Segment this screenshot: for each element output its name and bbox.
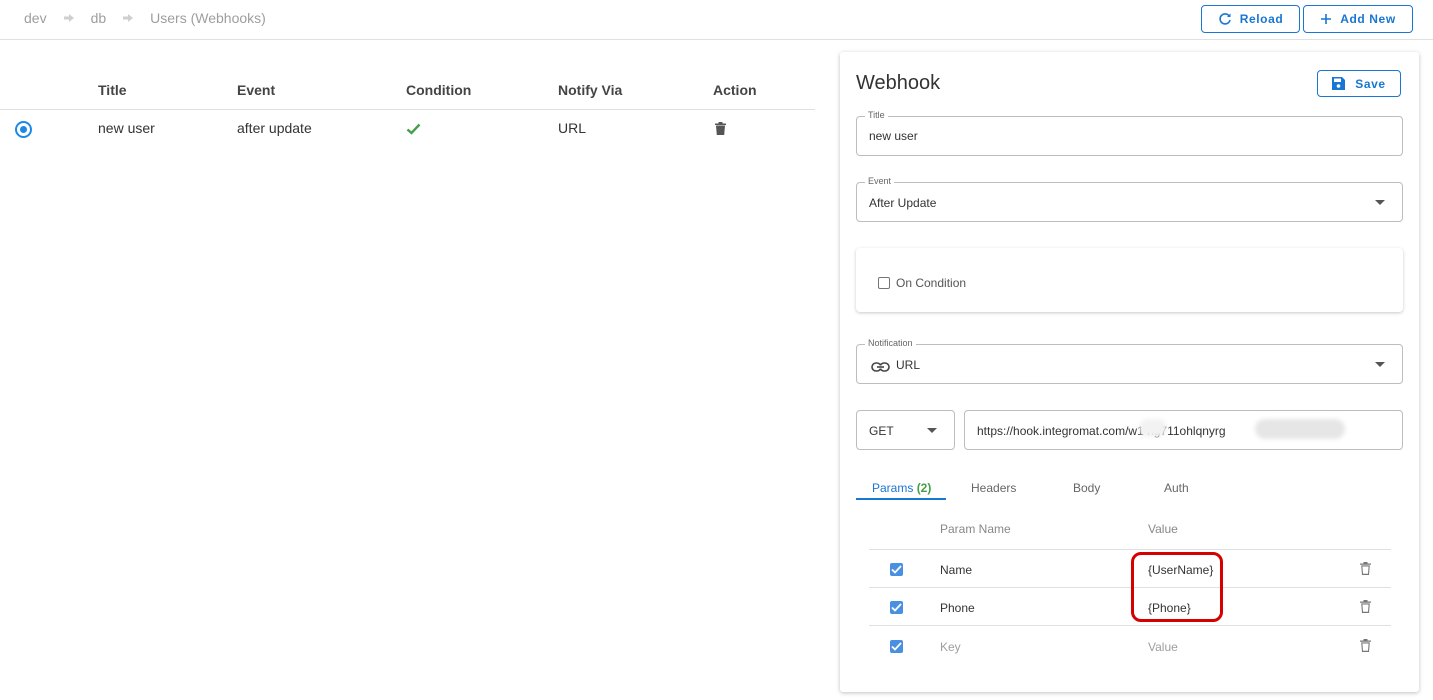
tab-body[interactable]: Body	[1073, 481, 1100, 495]
param-value-placeholder[interactable]: Value	[1148, 640, 1178, 654]
event-field-value: After Update	[869, 196, 937, 210]
on-condition-label[interactable]: On Condition	[896, 276, 966, 290]
reload-label: Reload	[1239, 12, 1284, 26]
add-new-button[interactable]: Add New	[1303, 5, 1413, 33]
condition-card: On Condition	[856, 248, 1403, 312]
table-row[interactable]: new user after update URL	[0, 110, 815, 148]
params-count-badge: (2)	[916, 481, 932, 495]
url-value[interactable]: https://hook.integromat.com/w1 ng711ohlq…	[977, 424, 1226, 438]
breadcrumb: dev db Users (Webhooks)	[24, 10, 266, 26]
save-label: Save	[1355, 76, 1386, 91]
param-row-new: Key Value	[869, 627, 1391, 665]
active-tab-indicator	[856, 498, 946, 500]
top-bar: dev db Users (Webhooks) Reload Add New	[0, 0, 1433, 40]
delete-icon[interactable]	[1360, 562, 1371, 580]
webhook-editor-panel: Webhook Save Title new user Event After …	[840, 52, 1419, 692]
reload-button[interactable]: Reload	[1201, 5, 1300, 33]
column-header-notify-via[interactable]: Notify Via	[558, 82, 622, 98]
tab-headers[interactable]: Headers	[971, 481, 1016, 495]
param-enabled-checkbox[interactable]	[890, 640, 903, 653]
checkmark-icon	[406, 122, 421, 138]
row-event: after update	[237, 120, 312, 136]
column-header-action: Action	[713, 82, 757, 98]
param-enabled-checkbox[interactable]	[890, 601, 903, 614]
delete-icon[interactable]	[715, 122, 726, 138]
delete-icon[interactable]	[1360, 639, 1371, 657]
param-enabled-checkbox[interactable]	[890, 563, 903, 576]
on-condition-checkbox[interactable]	[878, 277, 890, 289]
link-icon	[871, 359, 890, 377]
tab-auth[interactable]: Auth	[1164, 481, 1189, 495]
http-method-value: GET	[869, 424, 894, 438]
arrow-right-icon	[123, 14, 134, 22]
notification-select[interactable]: Notification URL	[856, 338, 1403, 384]
column-header-title[interactable]: Title	[98, 82, 127, 98]
breadcrumb-item-dev[interactable]: dev	[24, 10, 47, 26]
panel-title: Webhook	[856, 72, 941, 94]
tab-params-label: Params	[872, 481, 914, 495]
row-title: new user	[98, 120, 155, 136]
param-name[interactable]: Phone	[940, 601, 975, 615]
notification-field-label: Notification	[865, 338, 916, 348]
url-input[interactable]: https://hook.integromat.com/w1 ng711ohlq…	[964, 410, 1403, 450]
redacted-blur	[1139, 419, 1167, 437]
save-button[interactable]: Save	[1317, 70, 1401, 97]
refresh-icon	[1219, 13, 1231, 25]
param-row: Name {UserName}	[869, 550, 1391, 588]
add-new-label: Add New	[1340, 12, 1396, 26]
row-notify-via: URL	[558, 120, 587, 136]
notification-field-value: URL	[896, 358, 921, 372]
column-header-condition[interactable]: Condition	[406, 82, 471, 98]
chevron-down-icon	[1375, 200, 1385, 205]
column-header-param-name: Param Name	[940, 522, 1011, 536]
title-field[interactable]: Title new user	[856, 110, 1403, 156]
breadcrumb-item-users-webhooks: Users (Webhooks)	[150, 10, 266, 26]
title-field-value[interactable]: new user	[869, 129, 918, 143]
event-field-label: Event	[865, 176, 895, 186]
params-table-header: Param Name Value	[869, 516, 1391, 550]
chevron-down-icon	[927, 428, 937, 433]
event-select[interactable]: Event After Update	[856, 176, 1403, 222]
redacted-blur	[1255, 419, 1345, 439]
webhooks-table-header: Title Event Condition Notify Via Action	[0, 70, 815, 110]
param-row: Phone {Phone}	[869, 588, 1391, 626]
tab-params[interactable]: Params (2)	[872, 481, 931, 495]
plus-icon	[1321, 14, 1332, 24]
param-name[interactable]: Name	[940, 563, 972, 577]
annotation-highlight	[1131, 552, 1223, 622]
breadcrumb-item-db[interactable]: db	[91, 10, 107, 26]
column-header-value: Value	[1148, 522, 1178, 536]
chevron-down-icon	[1375, 362, 1385, 367]
param-key-placeholder[interactable]: Key	[940, 640, 961, 654]
delete-icon[interactable]	[1360, 600, 1371, 618]
column-header-event[interactable]: Event	[237, 82, 275, 98]
http-method-select[interactable]: GET	[856, 410, 955, 450]
row-select-radio[interactable]	[15, 121, 32, 138]
save-icon	[1332, 77, 1346, 90]
title-field-label: Title	[865, 110, 888, 120]
arrow-right-icon	[63, 14, 74, 22]
